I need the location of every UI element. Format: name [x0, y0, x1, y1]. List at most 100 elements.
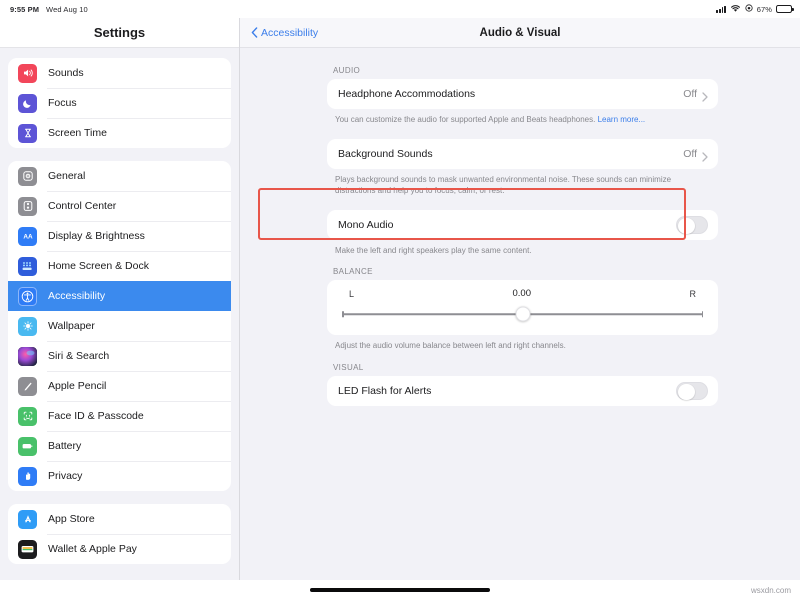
battery-percent: 67%: [757, 5, 772, 14]
svg-text:AA: AA: [23, 234, 33, 241]
sidebar-list[interactable]: Sounds Focus Screen Time: [0, 48, 239, 580]
sidebar-item-label: Sounds: [48, 67, 84, 79]
row-label: Background Sounds: [338, 148, 683, 160]
sidebar-item-label: Screen Time: [48, 127, 107, 139]
sidebar-item-face-id-passcode[interactable]: Face ID & Passcode: [8, 401, 231, 431]
battery-settings-icon: [18, 437, 37, 456]
balance-footnote: Adjust the audio volume balance between …: [327, 335, 718, 352]
section-header-visual: VISUAL: [327, 363, 718, 376]
row-value: Off: [683, 88, 697, 100]
row-label: Mono Audio: [338, 219, 676, 231]
learn-more-link[interactable]: Learn more...: [598, 115, 646, 124]
led-flash-card: LED Flash for Alerts: [327, 376, 718, 406]
sidebar-group-2: General Control Center AA Display & Brig…: [8, 161, 231, 491]
balance-labels: L 0.00 R: [340, 288, 705, 299]
sidebar-item-privacy[interactable]: Privacy: [8, 461, 231, 491]
app-store-icon: [18, 510, 37, 529]
ipad-settings-screen: 9:55 PM Wed Aug 10 67%: [0, 0, 800, 600]
sidebar-item-apple-pencil[interactable]: Apple Pencil: [8, 371, 231, 401]
detail-content: AUDIO Headphone Accommodations Off You c…: [240, 48, 800, 580]
display-brightness-icon: AA: [18, 227, 37, 246]
home-indicator-area: wsxdn.com: [0, 580, 800, 600]
sidebar-item-label: Display & Brightness: [48, 230, 145, 242]
wallet-apple-pay-icon: [18, 540, 37, 559]
sidebar-item-accessibility[interactable]: Accessibility: [8, 281, 231, 311]
detail-navbar: Accessibility Audio & Visual: [240, 18, 800, 48]
cellular-signal-icon: [716, 5, 725, 13]
sidebar-item-label: Accessibility: [48, 290, 105, 302]
settings-sidebar: Settings Sounds Focus: [0, 18, 240, 580]
led-flash-row[interactable]: LED Flash for Alerts: [327, 376, 718, 406]
sidebar-item-control-center[interactable]: Control Center: [8, 191, 231, 221]
sidebar-item-label: Focus: [48, 97, 77, 109]
detail-pane: Accessibility Audio & Visual AUDIO Headp…: [240, 18, 800, 580]
balance-left-label: L: [349, 289, 354, 299]
general-gear-icon: [18, 167, 37, 186]
mono-audio-toggle[interactable]: [676, 216, 708, 235]
back-button-label: Accessibility: [261, 27, 318, 39]
sidebar-item-wallet-apple-pay[interactable]: Wallet & Apple Pay: [8, 534, 231, 564]
sidebar-item-wallpaper[interactable]: Wallpaper: [8, 311, 231, 341]
wallpaper-icon: [18, 317, 37, 336]
status-date: Wed Aug 10: [46, 5, 88, 14]
control-center-icon: [18, 197, 37, 216]
sidebar-item-label: App Store: [48, 513, 95, 525]
siri-search-icon: [18, 347, 37, 366]
headphone-accommodations-footnote: You can customize the audio for supporte…: [327, 109, 718, 126]
sidebar-item-label: Face ID & Passcode: [48, 410, 144, 422]
wifi-icon: [730, 4, 741, 15]
section-header-balance: BALANCE: [327, 267, 718, 280]
sounds-icon: [18, 64, 37, 83]
mono-audio-row[interactable]: Mono Audio: [327, 210, 718, 240]
background-sounds-row[interactable]: Background Sounds Off: [327, 139, 718, 169]
sidebar-group-1: Sounds Focus Screen Time: [8, 58, 231, 148]
sidebar-item-label: Wallet & Apple Pay: [48, 543, 137, 555]
sidebar-item-app-store[interactable]: App Store: [8, 504, 231, 534]
sidebar-item-label: Apple Pencil: [48, 380, 106, 392]
sidebar-item-label: General: [48, 170, 85, 182]
sidebar-item-label: Control Center: [48, 200, 116, 212]
chevron-left-icon: [251, 27, 258, 38]
balance-slider[interactable]: [340, 304, 705, 324]
accessibility-icon: [18, 287, 37, 306]
led-flash-toggle[interactable]: [676, 382, 708, 401]
sidebar-item-siri-search[interactable]: Siri & Search: [8, 341, 231, 371]
section-header-audio: AUDIO: [327, 66, 718, 79]
sidebar-item-label: Siri & Search: [48, 350, 109, 362]
face-id-icon: [18, 407, 37, 426]
headphone-accommodations-row[interactable]: Headphone Accommodations Off: [327, 79, 718, 109]
sidebar-item-label: Home Screen & Dock: [48, 260, 149, 272]
apple-pencil-icon: [18, 377, 37, 396]
background-sounds-card: Background Sounds Off: [327, 139, 718, 169]
watermark: wsxdn.com: [751, 586, 791, 595]
mono-audio-card: Mono Audio: [327, 210, 718, 240]
balance-right-label: R: [689, 289, 696, 299]
headphone-accommodations-card: Headphone Accommodations Off: [327, 79, 718, 109]
sidebar-item-focus[interactable]: Focus: [8, 88, 231, 118]
chevron-right-icon: [702, 149, 708, 159]
sidebar-item-sounds[interactable]: Sounds: [8, 58, 231, 88]
home-screen-dock-icon: [18, 257, 37, 276]
sidebar-item-general[interactable]: General: [8, 161, 231, 191]
footnote-text: You can customize the audio for supporte…: [335, 115, 595, 124]
screen-time-hourglass-icon: [18, 124, 37, 143]
sidebar-item-label: Privacy: [48, 470, 82, 482]
sidebar-item-home-screen-dock[interactable]: Home Screen & Dock: [8, 251, 231, 281]
home-indicator[interactable]: [310, 588, 490, 592]
sidebar-group-3: App Store Wallet & Apple Pay: [8, 504, 231, 564]
row-label: LED Flash for Alerts: [338, 385, 676, 397]
sidebar-title: Settings: [0, 18, 239, 48]
balance-slider-knob[interactable]: [515, 307, 530, 322]
focus-moon-icon: [18, 94, 37, 113]
sidebar-item-display-brightness[interactable]: AA Display & Brightness: [8, 221, 231, 251]
privacy-hand-icon: [18, 467, 37, 486]
sidebar-item-screen-time[interactable]: Screen Time: [8, 118, 231, 148]
chevron-right-icon: [702, 89, 708, 99]
page-title: Audio & Visual: [240, 27, 800, 39]
sidebar-item-battery[interactable]: Battery: [8, 431, 231, 461]
back-button[interactable]: Accessibility: [251, 27, 318, 39]
balance-value: 0.00: [513, 288, 532, 299]
sidebar-item-label: Battery: [48, 440, 81, 452]
balance-card: L 0.00 R: [327, 280, 718, 335]
row-label: Headphone Accommodations: [338, 88, 683, 100]
